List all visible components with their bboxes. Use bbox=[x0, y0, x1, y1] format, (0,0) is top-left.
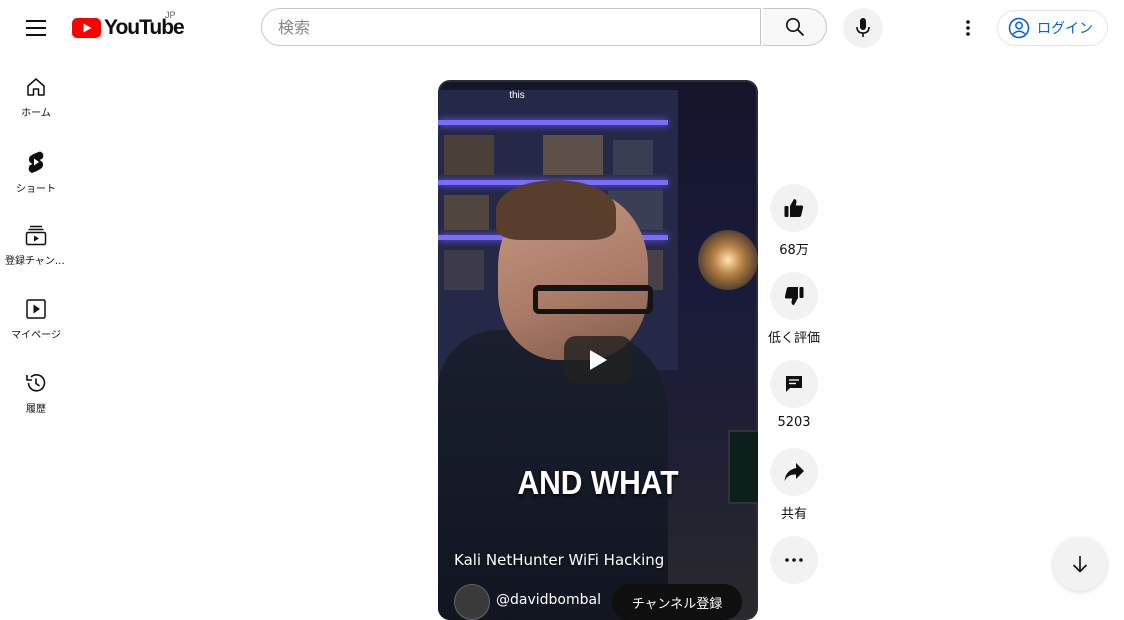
overlay-caption: AND WHAT bbox=[517, 465, 679, 502]
search-input[interactable] bbox=[262, 9, 738, 45]
menu-icon[interactable] bbox=[16, 8, 56, 48]
subscribe-button[interactable]: チャンネル登録 bbox=[612, 584, 742, 620]
search-box bbox=[261, 8, 761, 46]
library-icon bbox=[26, 299, 46, 319]
history-icon bbox=[26, 374, 46, 392]
share-button[interactable] bbox=[770, 448, 818, 496]
sidebar-item-library[interactable]: マイページ bbox=[4, 278, 68, 352]
youtube-play-logo-icon bbox=[72, 18, 101, 38]
login-label: ログイン bbox=[1037, 21, 1093, 37]
share-action: 共有 bbox=[770, 448, 818, 522]
like-action: 68万 bbox=[770, 184, 818, 258]
login-button[interactable]: ログイン bbox=[997, 10, 1108, 46]
dislike-label: 低く評価 bbox=[768, 331, 821, 346]
subscriptions-icon bbox=[25, 225, 47, 246]
microphone-icon bbox=[856, 18, 870, 37]
video-title[interactable]: Kali NetHunter WiFi Hacking bbox=[454, 551, 664, 569]
sidebar-item-shorts[interactable]: ショート bbox=[4, 130, 68, 204]
next-video-button[interactable] bbox=[1053, 537, 1107, 591]
more-options-button[interactable] bbox=[770, 536, 818, 584]
share-icon bbox=[784, 463, 804, 481]
youtube-logo[interactable]: YouTube JP bbox=[72, 10, 185, 42]
sidebar-item-subscriptions[interactable]: 登録チャンネル bbox=[4, 204, 68, 278]
sidebar-item-label: マイページ bbox=[11, 330, 61, 341]
comment-icon bbox=[786, 376, 802, 392]
voice-search-button[interactable] bbox=[843, 8, 883, 48]
top-caption: this bbox=[509, 90, 525, 101]
channel-name[interactable]: @davidbombal bbox=[496, 592, 601, 608]
home-icon bbox=[27, 78, 45, 96]
comments-button[interactable] bbox=[770, 360, 818, 408]
sidebar-item-home[interactable]: ホーム bbox=[4, 56, 68, 130]
book-row bbox=[444, 135, 494, 175]
book-row bbox=[444, 195, 489, 230]
sidebar-item-label: 登録チャンネル bbox=[5, 256, 67, 267]
person-hair bbox=[496, 180, 616, 240]
masthead: YouTube JP ログイン bbox=[0, 0, 1124, 56]
lamp bbox=[698, 230, 758, 290]
shorts-icon bbox=[28, 151, 44, 173]
settings-more-button[interactable] bbox=[948, 8, 988, 48]
sidebar-item-history[interactable]: 履歴 bbox=[4, 352, 68, 426]
book-row bbox=[543, 135, 603, 175]
region-code: JP bbox=[165, 10, 176, 20]
person-glasses bbox=[533, 285, 653, 314]
comment-action: 5203 bbox=[770, 360, 818, 430]
search-icon bbox=[785, 18, 804, 37]
more-action bbox=[770, 536, 818, 584]
like-button[interactable] bbox=[770, 184, 818, 232]
sidebar-item-label: ショート bbox=[16, 184, 56, 195]
shorts-video-player[interactable]: this AND WHAT Kali NetHunter WiFi Hackin… bbox=[438, 80, 758, 620]
sidebar-item-label: ホーム bbox=[21, 108, 51, 119]
book-row bbox=[613, 140, 653, 175]
thumbs-up-icon bbox=[784, 199, 804, 217]
book-row bbox=[444, 250, 484, 290]
dislike-button[interactable] bbox=[770, 272, 818, 320]
like-count: 68万 bbox=[779, 243, 809, 258]
more-vertical-icon bbox=[966, 20, 970, 36]
arrow-down-icon bbox=[1072, 556, 1088, 573]
share-label: 共有 bbox=[780, 507, 807, 522]
shelf-light bbox=[438, 120, 668, 125]
thumbs-down-icon bbox=[784, 287, 804, 305]
channel-avatar[interactable] bbox=[454, 584, 490, 620]
dislike-action: 低く評価 bbox=[768, 272, 821, 346]
comment-count: 5203 bbox=[777, 415, 811, 430]
play-button[interactable] bbox=[564, 336, 632, 384]
search-button[interactable] bbox=[763, 8, 827, 46]
account-icon bbox=[1008, 17, 1030, 39]
more-horizontal-icon bbox=[785, 558, 803, 562]
play-icon bbox=[590, 350, 607, 370]
sidebar-item-label: 履歴 bbox=[26, 404, 46, 415]
